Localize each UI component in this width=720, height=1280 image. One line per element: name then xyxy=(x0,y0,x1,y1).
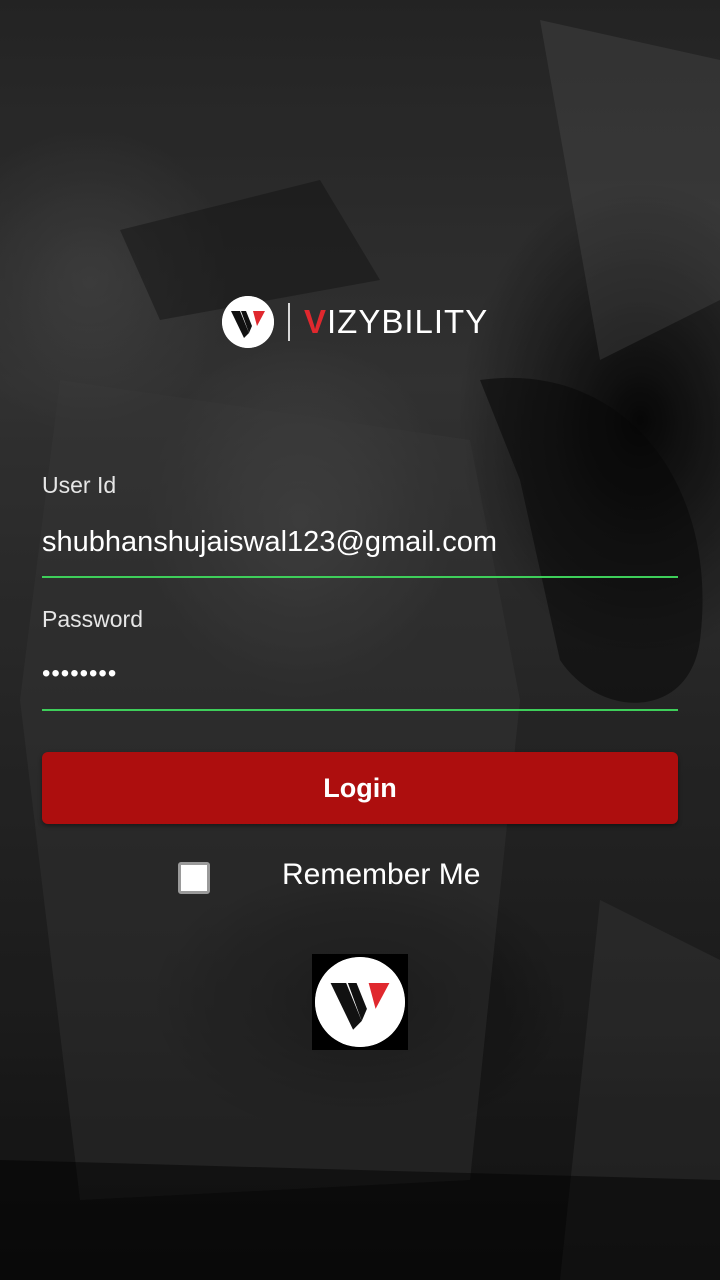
password-underline xyxy=(42,709,678,711)
brand-name: V IZYBILITY xyxy=(304,303,489,340)
login-button[interactable]: Login xyxy=(42,752,678,824)
vizybility-logo-icon xyxy=(315,957,405,1047)
logo-divider xyxy=(288,303,290,341)
user-id-label: User Id xyxy=(42,472,117,498)
remember-me-label[interactable]: Remember Me xyxy=(282,858,480,892)
vizybility-logo-icon xyxy=(222,296,274,348)
user-id-input[interactable]: shubhanshujaiswal123@gmail.com xyxy=(42,526,678,559)
password-input[interactable]: •••••••• xyxy=(42,660,678,688)
remember-me-checkbox[interactable] xyxy=(178,862,210,894)
footer-logo xyxy=(312,954,408,1050)
header-logo: V IZYBILITY xyxy=(222,296,488,348)
password-label: Password xyxy=(42,606,143,632)
user-id-underline xyxy=(42,576,678,578)
